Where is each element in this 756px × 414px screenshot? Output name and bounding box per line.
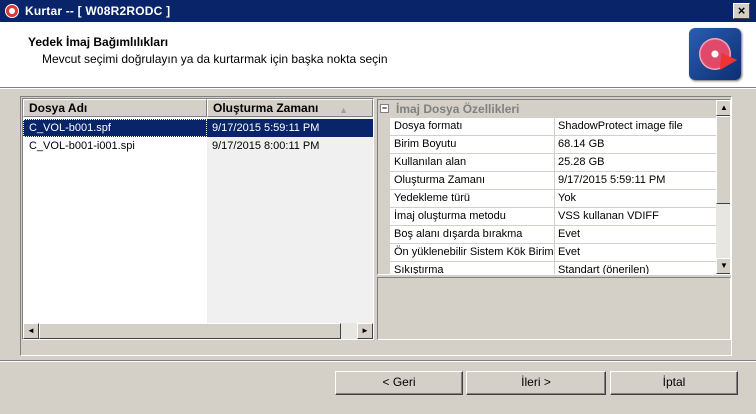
app-icon bbox=[4, 3, 20, 19]
property-name: Dosya formatı bbox=[378, 118, 555, 135]
horizontal-scrollbar[interactable]: ◄ ► bbox=[23, 323, 373, 339]
image-properties-grid[interactable]: − İmaj Dosya Özellikleri Dosya formatı Sh… bbox=[377, 99, 731, 275]
property-name: Ön yüklenebilir Sistem Kök Birim bbox=[378, 244, 555, 261]
title-bar[interactable]: Kurtar -- [ W08R2RODC ] × bbox=[0, 0, 756, 22]
property-value: ShadowProtect image file bbox=[558, 120, 683, 132]
horizontal-scroll-thumb[interactable] bbox=[39, 323, 341, 339]
page-title: Yedek İmaj Bağımlılıkları bbox=[28, 35, 169, 49]
property-name: Boş alanı dışarda bırakma bbox=[378, 226, 555, 243]
vertical-scroll-thumb[interactable] bbox=[716, 116, 730, 204]
property-value: 25.28 GB bbox=[558, 156, 605, 168]
next-button[interactable]: İleri > bbox=[466, 371, 606, 395]
header-divider bbox=[0, 88, 756, 89]
property-value: VSS kullanan VDIFF bbox=[558, 210, 659, 222]
restore-wizard-window: Kurtar -- [ W08R2RODC ] × Yedek İmaj Bağ… bbox=[0, 0, 756, 414]
page-subtitle: Mevcut seçimi doğrulayın ya da kurtarmak… bbox=[42, 52, 388, 66]
window-title: Kurtar -- [ W08R2RODC ] bbox=[25, 4, 171, 18]
column-header-created-label: Oluşturma Zamanı bbox=[213, 101, 319, 115]
scroll-down-icon[interactable]: ▼ bbox=[716, 258, 730, 274]
scroll-up-icon[interactable]: ▲ bbox=[716, 100, 730, 116]
sort-ascending-icon: ▲ bbox=[339, 105, 348, 115]
property-value: 68.14 GB bbox=[558, 138, 605, 150]
property-description-pane bbox=[377, 277, 731, 340]
property-name: İmaj oluşturma metodu bbox=[378, 208, 555, 225]
property-row[interactable]: Ön yüklenebilir Sistem Kök Birim Evet bbox=[378, 244, 716, 262]
footer-divider bbox=[0, 360, 756, 362]
property-row[interactable]: Oluşturma Zamanı 9/17/2015 5:59:11 PM bbox=[378, 172, 716, 190]
property-value: Evet bbox=[558, 228, 581, 240]
created-cell: 9/17/2015 8:00:11 PM bbox=[212, 140, 320, 152]
property-value: Standart (önerilen) bbox=[558, 264, 650, 275]
property-name: Birim Boyutu bbox=[378, 136, 555, 153]
property-row[interactable]: Sıkıştırma Standart (önerilen) bbox=[378, 262, 716, 275]
property-category-label: İmaj Dosya Özellikleri bbox=[396, 102, 520, 116]
property-value: Yok bbox=[558, 192, 576, 204]
property-value: 9/17/2015 5:59:11 PM bbox=[558, 174, 666, 186]
restore-disc-icon bbox=[689, 28, 741, 80]
scroll-right-icon[interactable]: ► bbox=[357, 323, 373, 339]
close-button[interactable]: × bbox=[733, 3, 750, 19]
property-row[interactable]: Birim Boyutu 68.14 GB bbox=[378, 136, 716, 154]
property-row[interactable]: Boş alanı dışarda bırakma Evet bbox=[378, 226, 716, 244]
cancel-button[interactable]: İptal bbox=[610, 371, 738, 395]
column-header-file-name[interactable]: Dosya Adı bbox=[23, 99, 207, 117]
property-category[interactable]: − İmaj Dosya Özellikleri bbox=[378, 100, 716, 118]
vertical-scrollbar[interactable]: ▲ ▼ bbox=[716, 100, 730, 274]
property-row[interactable]: Kullanılan alan 25.28 GB bbox=[378, 154, 716, 172]
wizard-header: Yedek İmaj Bağımlılıkları Mevcut seçimi … bbox=[0, 22, 756, 88]
property-name: Sıkıştırma bbox=[378, 262, 555, 274]
image-file-list[interactable]: Dosya Adı Oluşturma Zamanı ▲ C_VOL-b001.s… bbox=[22, 98, 374, 340]
property-name: Oluşturma Zamanı bbox=[378, 172, 555, 189]
property-row[interactable]: İmaj oluşturma metodu VSS kullanan VDIFF bbox=[378, 208, 716, 226]
property-name: Kullanılan alan bbox=[378, 154, 555, 171]
property-row[interactable]: Dosya formatı ShadowProtect image file bbox=[378, 118, 716, 136]
property-name: Yedekleme türü bbox=[378, 190, 555, 207]
list-row-selected[interactable]: C_VOL-b001.spf 9/17/2015 5:59:11 PM bbox=[23, 119, 373, 137]
file-name-cell: C_VOL-b001.spf bbox=[23, 119, 207, 137]
file-name-cell: C_VOL-b001-i001.spi bbox=[29, 140, 135, 152]
list-header: Dosya Adı Oluşturma Zamanı ▲ bbox=[23, 99, 373, 117]
scroll-left-icon[interactable]: ◄ bbox=[23, 323, 39, 339]
property-value: Evet bbox=[558, 246, 581, 258]
column-header-file-name-label: Dosya Adı bbox=[29, 101, 88, 115]
list-body: C_VOL-b001.spf 9/17/2015 5:59:11 PM C_VO… bbox=[23, 117, 373, 323]
column-header-created[interactable]: Oluşturma Zamanı ▲ bbox=[207, 99, 373, 117]
collapse-icon[interactable]: − bbox=[380, 104, 389, 113]
property-row[interactable]: Yedekleme türü Yok bbox=[378, 190, 716, 208]
created-cell: 9/17/2015 5:59:11 PM bbox=[207, 119, 373, 137]
back-button[interactable]: < Geri bbox=[335, 371, 463, 395]
list-row[interactable]: C_VOL-b001-i001.spi 9/17/2015 8:00:11 PM bbox=[23, 137, 373, 155]
